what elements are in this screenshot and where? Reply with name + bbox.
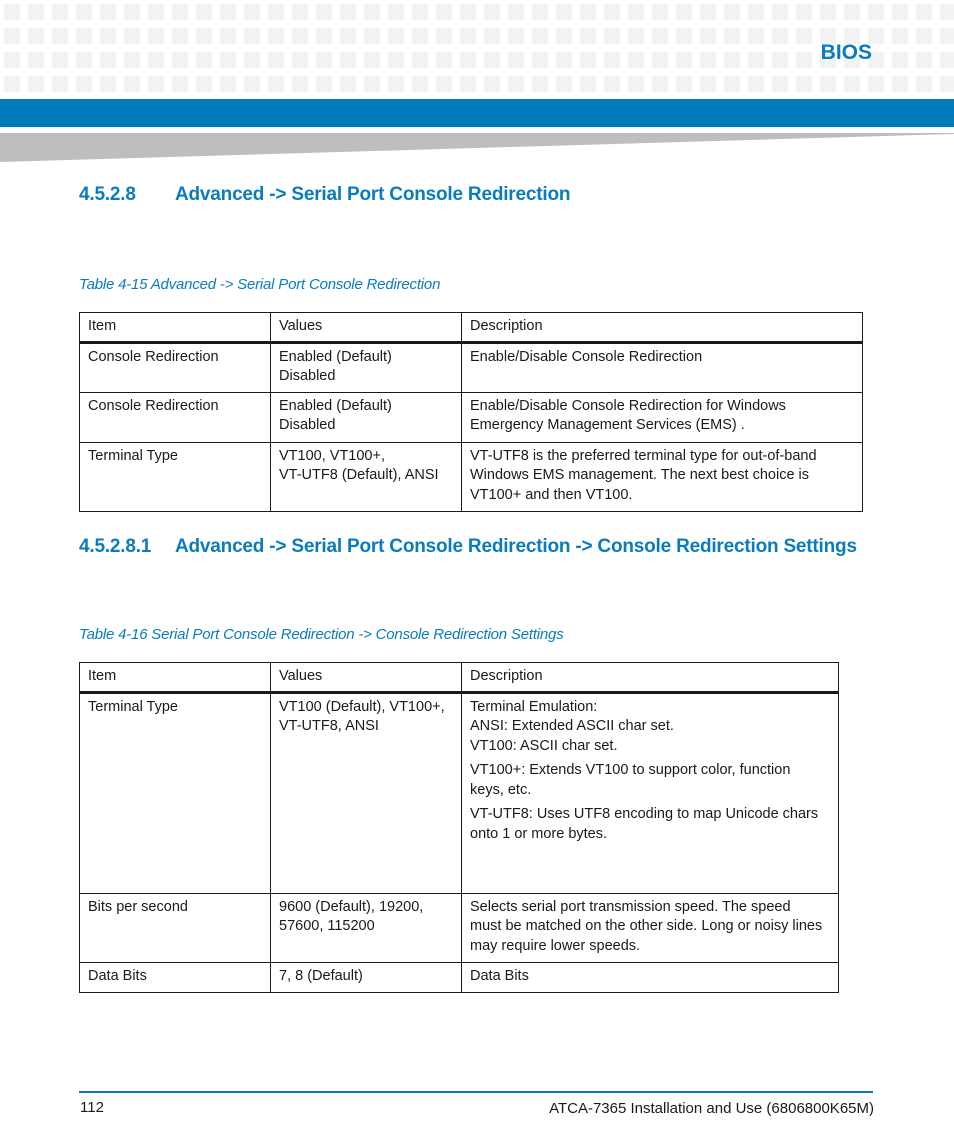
description-line: Enable/Disable Console Redirection: [470, 348, 703, 365]
column-header-description: Description: [461, 662, 839, 694]
column-header-item: Item: [79, 662, 271, 694]
value-line: 57600, 115200: [279, 918, 375, 934]
table-row: Bits per second 9600 (Default), 19200, 5…: [79, 892, 839, 963]
cell-item: Terminal Type: [79, 691, 271, 894]
description-line: VT100+ and then VT100.: [470, 486, 633, 503]
description-paragraph: Terminal Emulation: ANSI: Extended ASCII…: [470, 698, 830, 757]
table-row: Terminal Type VT100, VT100+, VT-UTF8 (De…: [79, 441, 863, 512]
cell-values: Enabled (Default) Disabled: [270, 391, 462, 443]
section-number: 4.5.2.8: [79, 184, 136, 205]
description-line: Data Bits: [470, 967, 529, 984]
description-line: Terminal Emulation:: [470, 698, 598, 715]
cell-values: VT100, VT100+, VT-UTF8 (Default), ANSI: [270, 441, 462, 512]
page-number: 112: [80, 1099, 104, 1116]
table-header-row: Item Values Description: [79, 312, 863, 344]
column-header-description: Description: [461, 312, 863, 344]
value-line: Disabled: [279, 368, 336, 384]
section-heading-4-5-2-8-1: 4.5.2.8.1 Advanced -> Serial Port Console…: [79, 536, 857, 558]
description-paragraph: VT100+: Extends VT100 to support color, …: [470, 761, 830, 800]
table-caption-4-16: Table 4-16 Serial Port Console Redirecti…: [79, 626, 564, 643]
description-line: Selects serial port transmission speed. …: [470, 898, 791, 915]
description-line: ANSI: Extended ASCII char set.: [470, 718, 674, 734]
column-header-values: Values: [270, 662, 462, 694]
description-paragraph: VT-UTF8: Uses UTF8 encoding to map Unico…: [470, 805, 830, 844]
table-row: Console Redirection Enabled (Default) Di…: [79, 341, 863, 393]
description-line: must be matched on the other side. Long …: [470, 918, 823, 934]
header-grid-pattern: [0, 0, 954, 94]
value-line: VT-UTF8, ANSI: [279, 718, 379, 734]
description-line: VT-UTF8 is the preferred terminal type f…: [470, 447, 817, 464]
description-line: VT100: ASCII char set.: [470, 737, 618, 754]
column-header-item: Item: [79, 312, 271, 344]
value-line: 7, 8 (Default): [279, 967, 363, 984]
cell-description: Enable/Disable Console Redirection for W…: [461, 391, 863, 443]
cell-item: Bits per second: [79, 892, 271, 963]
table-4-15: Item Values Description Console Redirect…: [79, 312, 863, 512]
table-row: Console Redirection Enabled (Default) Di…: [79, 391, 863, 443]
description-line: Enable/Disable Console Redirection for W…: [470, 397, 786, 414]
section-number: 4.5.2.8.1: [79, 536, 152, 557]
cell-values: Enabled (Default) Disabled: [270, 341, 462, 393]
description-line: VT100+: Extends VT100 to support color, …: [470, 762, 791, 778]
section-title: Advanced -> Serial Port Console Redirect…: [175, 184, 571, 205]
description-line: keys, etc.: [470, 781, 532, 798]
cell-item: Console Redirection: [79, 341, 271, 393]
value-line: 9600 (Default), 19200,: [279, 898, 424, 915]
header-blue-bar: [0, 99, 954, 127]
description-line: onto 1 or more bytes.: [470, 825, 608, 842]
description-line: Windows EMS management. The next best ch…: [470, 467, 810, 483]
value-line: Disabled: [279, 417, 336, 433]
footer-rule: [79, 1091, 873, 1093]
table-row: Terminal Type VT100 (Default), VT100+, V…: [79, 691, 839, 894]
document-title: ATCA-7365 Installation and Use (6806800K…: [549, 1100, 874, 1117]
cell-description: Data Bits: [461, 961, 839, 993]
table-header-row: Item Values Description: [79, 662, 839, 694]
section-heading-4-5-2-8: 4.5.2.8 Advanced -> Serial Port Console R…: [79, 184, 570, 206]
value-line: Enabled (Default): [279, 397, 392, 414]
value-line: VT-UTF8 (Default), ANSI: [279, 467, 439, 483]
description-line: VT-UTF8: Uses UTF8 encoding to map Unico…: [470, 806, 819, 822]
cell-values: 9600 (Default), 19200, 57600, 115200: [270, 892, 462, 963]
value-line: VT100 (Default), VT100+,: [279, 698, 445, 715]
cell-values: VT100 (Default), VT100+, VT-UTF8, ANSI: [270, 691, 462, 894]
cell-values: 7, 8 (Default): [270, 961, 462, 993]
cell-item: Data Bits: [79, 961, 271, 993]
section-title: Advanced -> Serial Port Console Redirect…: [175, 536, 857, 557]
cell-description: Enable/Disable Console Redirection: [461, 341, 863, 393]
cell-description: VT-UTF8 is the preferred terminal type f…: [461, 441, 863, 512]
table-row: Data Bits 7, 8 (Default) Data Bits: [79, 961, 839, 993]
header-gray-wedge: [0, 133, 954, 162]
description-line: may require lower speeds.: [470, 937, 641, 954]
value-line: Enabled (Default): [279, 348, 392, 365]
table-4-16: Item Values Description Terminal Type VT…: [79, 662, 839, 993]
header-pattern: [0, 0, 954, 98]
column-header-values: Values: [270, 312, 462, 344]
table-caption-4-15: Table 4-15 Advanced -> Serial Port Conso…: [79, 276, 441, 293]
description-line: Emergency Management Services (EMS) .: [470, 417, 745, 433]
cell-description: Selects serial port transmission speed. …: [461, 892, 839, 963]
cell-item: Terminal Type: [79, 441, 271, 512]
cell-description: Terminal Emulation: ANSI: Extended ASCII…: [461, 691, 839, 894]
value-line: VT100, VT100+,: [279, 447, 385, 464]
chapter-label: BIOS: [820, 41, 872, 64]
cell-item: Console Redirection: [79, 391, 271, 443]
